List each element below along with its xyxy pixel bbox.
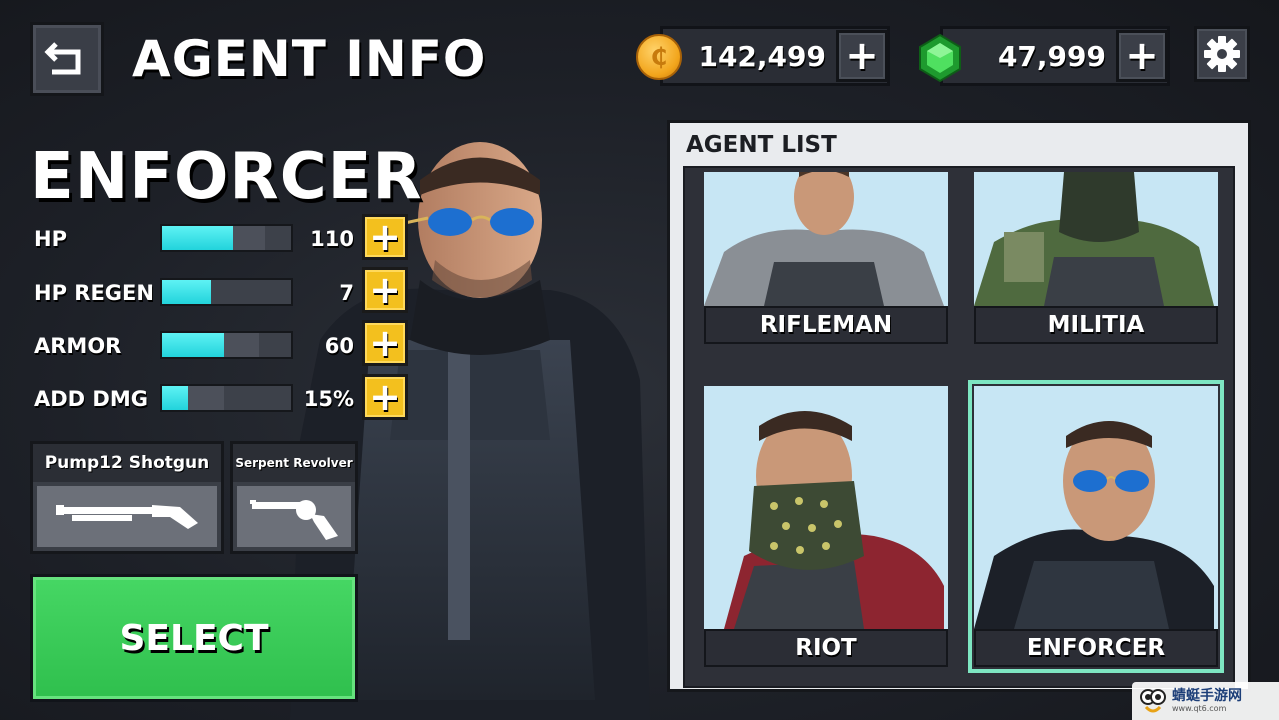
agent-card-label: RIFLEMAN [704, 306, 948, 344]
agent-portrait [704, 172, 948, 306]
stat-bar-hp-regen [160, 278, 293, 306]
agent-card-label: RIOT [704, 629, 948, 667]
agent-portrait [974, 386, 1218, 629]
upgrade-hp-regen-button[interactable]: + [362, 267, 408, 313]
stat-label-add-dmg: ADD DMG [34, 387, 148, 411]
stat-label-armor: ARMOR [34, 334, 122, 358]
stat-bar-armor [160, 331, 293, 359]
agent-portrait [704, 386, 948, 629]
stat-label-hp-regen: HP REGEN [34, 281, 154, 305]
upgrade-add-dmg-button[interactable]: + [362, 374, 408, 420]
upgrade-hp-button[interactable]: + [362, 214, 408, 260]
weapon-slot-primary[interactable]: Pump12 Shotgun [30, 441, 224, 554]
stat-value-armor: 60 [324, 334, 354, 358]
gem-icon [919, 33, 961, 83]
weapon-slot-secondary[interactable]: Serpent Revolver [230, 441, 358, 554]
agent-card-rifleman[interactable]: RIFLEMAN [704, 172, 948, 344]
settings-button[interactable] [1194, 26, 1250, 82]
stat-bar-hp [160, 224, 293, 252]
weapon-image [237, 486, 351, 547]
stat-fill [162, 226, 233, 250]
coin-balance: 142,499 [698, 40, 826, 73]
shotgun-icon [56, 504, 198, 529]
agent-card-militia[interactable]: MILITIA [974, 172, 1218, 344]
add-coins-button[interactable]: + [836, 30, 888, 82]
select-agent-button[interactable]: SELECT [30, 574, 358, 702]
add-gems-button[interactable]: + [1116, 30, 1168, 82]
stat-value-hp: 110 [310, 227, 354, 251]
agent-card-label: ENFORCER [974, 629, 1218, 667]
agent-list-title: AGENT LIST [686, 132, 837, 158]
back-button[interactable] [30, 22, 104, 96]
stat-fill [162, 280, 212, 304]
stat-value-add-dmg: 15% [303, 387, 354, 411]
stat-label-hp: HP [34, 227, 67, 251]
stat-value-hp-regen: 7 [339, 281, 354, 305]
agent-portrait [974, 172, 1218, 306]
agent-card-label: MILITIA [974, 306, 1218, 344]
weapon-image [37, 486, 217, 547]
back-arrow-icon [44, 42, 81, 75]
stat-fill [162, 333, 224, 357]
coin-icon: ₵ [636, 34, 682, 80]
weapon-name: Pump12 Shotgun [33, 444, 221, 482]
watermark-url: www.qt6.com [1172, 704, 1227, 714]
stat-bar-add-dmg [160, 384, 293, 412]
gem-balance: 47,999 [997, 40, 1106, 73]
stat-fill [162, 386, 188, 410]
dragonfly-logo-icon [1140, 689, 1166, 713]
agent-name: ENFORCER [30, 140, 423, 214]
agent-card-enforcer[interactable]: ENFORCER [968, 380, 1224, 673]
gear-icon [1204, 36, 1240, 72]
watermark-text: 蜻蜓手游网 [1172, 687, 1242, 704]
upgrade-armor-button[interactable]: + [362, 320, 408, 366]
weapon-name: Serpent Revolver [233, 444, 355, 482]
page-title: AGENT INFO [132, 30, 487, 88]
agent-card-riot[interactable]: RIOT [704, 386, 948, 667]
watermark: 蜻蜓手游网 www.qt6.com [1132, 682, 1279, 720]
revolver-icon [250, 499, 338, 540]
